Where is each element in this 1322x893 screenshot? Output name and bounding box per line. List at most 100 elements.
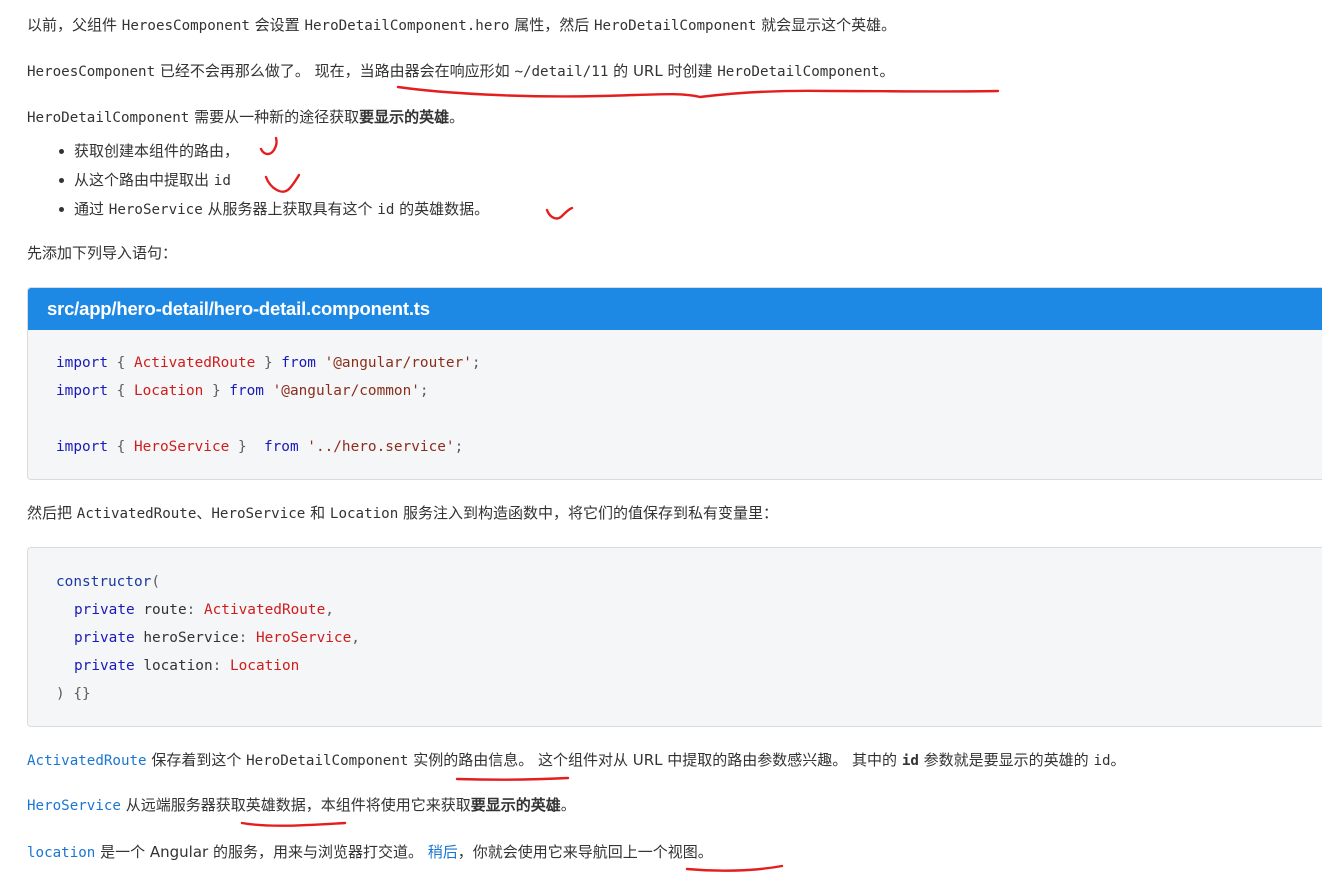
code-line: import { HeroService } from '../hero.ser…	[56, 433, 463, 461]
text: 先添加下列导入语句：	[27, 244, 178, 262]
text: 服务注入到构造函数中，将它们的值保存到私有变量里：	[398, 504, 779, 522]
code-block-constructor: constructor( private route: ActivatedRou…	[27, 547, 1322, 727]
text: 。	[449, 108, 465, 126]
inline-code: HeroDetailComponent.hero	[304, 18, 510, 34]
underline-mark	[396, 85, 1000, 99]
text: 会设置	[249, 16, 305, 34]
code-keyword: from	[229, 383, 264, 399]
api-link-location[interactable]: location	[27, 845, 95, 861]
code-block-imports: src/app/hero-detail/hero-detail.componen…	[27, 287, 1322, 480]
inline-code: HeroDetailComponent	[717, 64, 880, 80]
code-keyword: private	[74, 630, 135, 646]
text: 。	[879, 62, 895, 80]
bold-text: 要显示的英雄	[470, 796, 561, 814]
bold-text: 要显示的英雄	[359, 108, 450, 126]
code-string: '@angular/router'	[324, 355, 472, 371]
text: 、	[196, 504, 212, 522]
underline-mark	[685, 864, 784, 872]
paragraph-1: 以前，父组件 HeroesComponent 会设置 HeroDetailCom…	[27, 14, 896, 37]
code-punct: ,	[351, 630, 360, 646]
inline-code: HeroDetailComponent	[594, 18, 757, 34]
paragraph-7: HeroService 从远端服务器获取英雄数据，本组件将使用它来获取要显示的英…	[27, 794, 576, 817]
text: 需要从一种新的途径获取	[189, 108, 360, 126]
text: 通过	[74, 200, 109, 218]
code-line: private route: ActivatedRoute,	[74, 596, 334, 624]
text: 的 URL 时创建	[608, 62, 718, 80]
code-punct: :	[238, 630, 256, 646]
code-punct: }	[255, 355, 282, 371]
code-punct: ) {}	[56, 686, 91, 702]
code-keyword: import	[56, 439, 108, 455]
inline-code: Location	[329, 506, 399, 522]
code-type: ActivatedRoute	[203, 602, 326, 618]
text: 从远端服务器获取英雄数据，本组件将使用它来获取	[120, 796, 471, 814]
inline-code: ActivatedRoute	[76, 506, 197, 522]
text: 。	[1110, 751, 1126, 769]
api-link-activatedroute[interactable]: ActivatedRoute	[27, 753, 147, 769]
code-keyword: from	[281, 355, 316, 371]
code-line: import { ActivatedRoute } from '@angular…	[56, 349, 481, 377]
inline-code: HeroService	[108, 202, 203, 218]
code-function: constructor	[56, 574, 152, 590]
text: 保存着到这个	[146, 751, 247, 769]
inline-code: id	[1093, 753, 1111, 769]
code-punct: ;	[454, 439, 464, 455]
code-punct: {	[107, 439, 134, 455]
text: 属性，然后	[509, 16, 594, 34]
list-item: 通过 HeroService 从服务器上获取具有这个 id 的英雄数据。	[58, 198, 489, 221]
paragraph-5: 然后把 ActivatedRoute、HeroService 和 Locatio…	[27, 502, 778, 525]
text: ，你就会使用它来导航回上一个视图。	[457, 843, 713, 861]
code-keyword: private	[74, 602, 135, 618]
text: 实例的路由信息。 这个组件对从 URL 中提取的路由参数感兴趣。 其中的	[408, 751, 902, 769]
text: 从服务器上获取具有这个	[202, 200, 378, 218]
code-identifier: location	[134, 658, 213, 674]
code-punct: ;	[471, 355, 481, 371]
code-line: import { Location } from '@angular/commo…	[56, 377, 429, 405]
code-string: '@angular/common'	[272, 383, 420, 399]
code-punct: (	[151, 574, 160, 590]
code-block-filename: src/app/hero-detail/hero-detail.componen…	[28, 288, 1322, 330]
code-punct: }	[203, 383, 230, 399]
paragraph-3: HeroDetailComponent 需要从一种新的途径获取要显示的英雄。	[27, 106, 464, 129]
code-keyword: import	[56, 355, 108, 371]
code-punct: ;	[419, 383, 429, 399]
inline-code: HeroDetailComponent	[246, 753, 409, 769]
text: 从这个路由中提取出	[74, 171, 214, 189]
check-mark	[264, 173, 301, 193]
inline-code: HeroDetailComponent	[27, 110, 190, 126]
text: 获取创建本组件的路由，	[74, 142, 240, 160]
paragraph-2: HeroesComponent 已经不会再那么做了。 现在，当路由器会在响应形如…	[27, 60, 895, 83]
inline-code: HeroService	[211, 506, 306, 522]
list-item: 从这个路由中提取出 id	[59, 169, 231, 192]
code-identifier: heroService	[134, 630, 239, 646]
underline-mark	[240, 821, 347, 827]
code-punct: :	[186, 602, 204, 618]
code-type: HeroService	[255, 630, 352, 646]
code-line: ) {}	[56, 680, 91, 708]
code-punct: {	[107, 355, 134, 371]
inline-code: ~/detail/11	[514, 64, 609, 80]
paragraph-4: 先添加下列导入语句：	[27, 242, 177, 264]
text: 和	[305, 504, 330, 522]
check-mark	[259, 136, 278, 156]
code-type: Location	[133, 383, 204, 399]
code-line: constructor(	[56, 568, 160, 596]
later-link[interactable]: 稍后	[428, 843, 458, 861]
text: 然后把	[27, 504, 77, 522]
inline-code: id	[377, 202, 395, 218]
code-type: ActivatedRoute	[133, 355, 256, 371]
underline-mark	[455, 776, 570, 781]
code-line: private heroService: HeroService,	[74, 624, 360, 652]
text: 就会显示这个英雄。	[756, 16, 897, 34]
api-link-heroservice[interactable]: HeroService	[27, 798, 121, 814]
inline-code: id	[213, 173, 231, 189]
code-type: Location	[229, 658, 300, 674]
inline-code: HeroesComponent	[27, 64, 156, 80]
code-identifier: route	[134, 602, 187, 618]
text: 以前，父组件	[27, 16, 122, 34]
inline-code: id	[901, 753, 919, 769]
code-type: HeroService	[133, 439, 230, 455]
